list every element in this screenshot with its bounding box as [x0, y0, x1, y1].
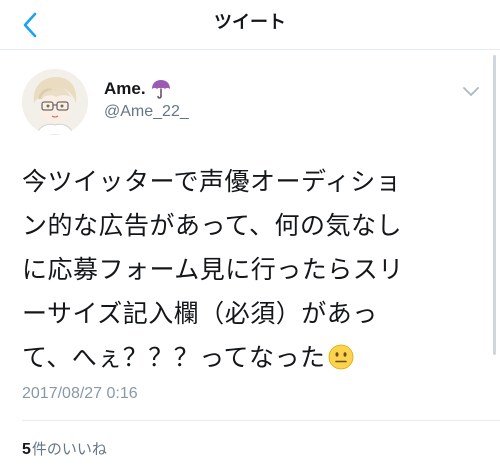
avatar[interactable]: [22, 69, 88, 135]
tweet-line: ーサイズ記入欄（必須）があっ: [22, 299, 378, 328]
display-name: Ame.: [104, 79, 146, 98]
tweet-line: 今ツイッターで声優オーディショ: [22, 167, 402, 196]
user-handle[interactable]: @Ame_22_: [104, 103, 189, 121]
tweet-line: に応募フォーム見に行ったらスリ: [22, 255, 404, 284]
tweet-detail-screen: ツイート Ame. @Ame_22_ 今ツイッターで声優オーディショ ン的な広告…: [0, 0, 500, 470]
more-options-button[interactable]: [458, 80, 484, 102]
likes-link[interactable]: 5 件のいいね: [22, 438, 107, 459]
chevron-down-icon: [463, 86, 479, 96]
tweet-text: 今ツイッターで声優オーディショ ン的な広告があって、何の気なし に応募フォーム見…: [22, 160, 484, 380]
likes-count: 5: [22, 441, 31, 458]
umbrella-icon: [151, 80, 170, 99]
navigation-bar: ツイート: [0, 0, 500, 50]
neutral-face-emoji: [328, 344, 353, 370]
tweet-line: ン的な広告があって、何の気なし: [22, 211, 403, 240]
tweet-line-text: て、へぇ？？？ってなった: [22, 343, 326, 372]
display-name-row[interactable]: Ame.: [104, 76, 172, 102]
divider: [22, 420, 500, 421]
tweet-timestamp: 2017/08/27 0:16: [22, 385, 138, 402]
tweet-line-last: て、へぇ？？？ってなった: [22, 336, 484, 380]
likes-label: 件のいいね: [31, 440, 107, 458]
scrollbar[interactable]: [493, 55, 496, 355]
page-title: ツイート: [214, 12, 286, 33]
avatar-illustration: [22, 69, 88, 135]
